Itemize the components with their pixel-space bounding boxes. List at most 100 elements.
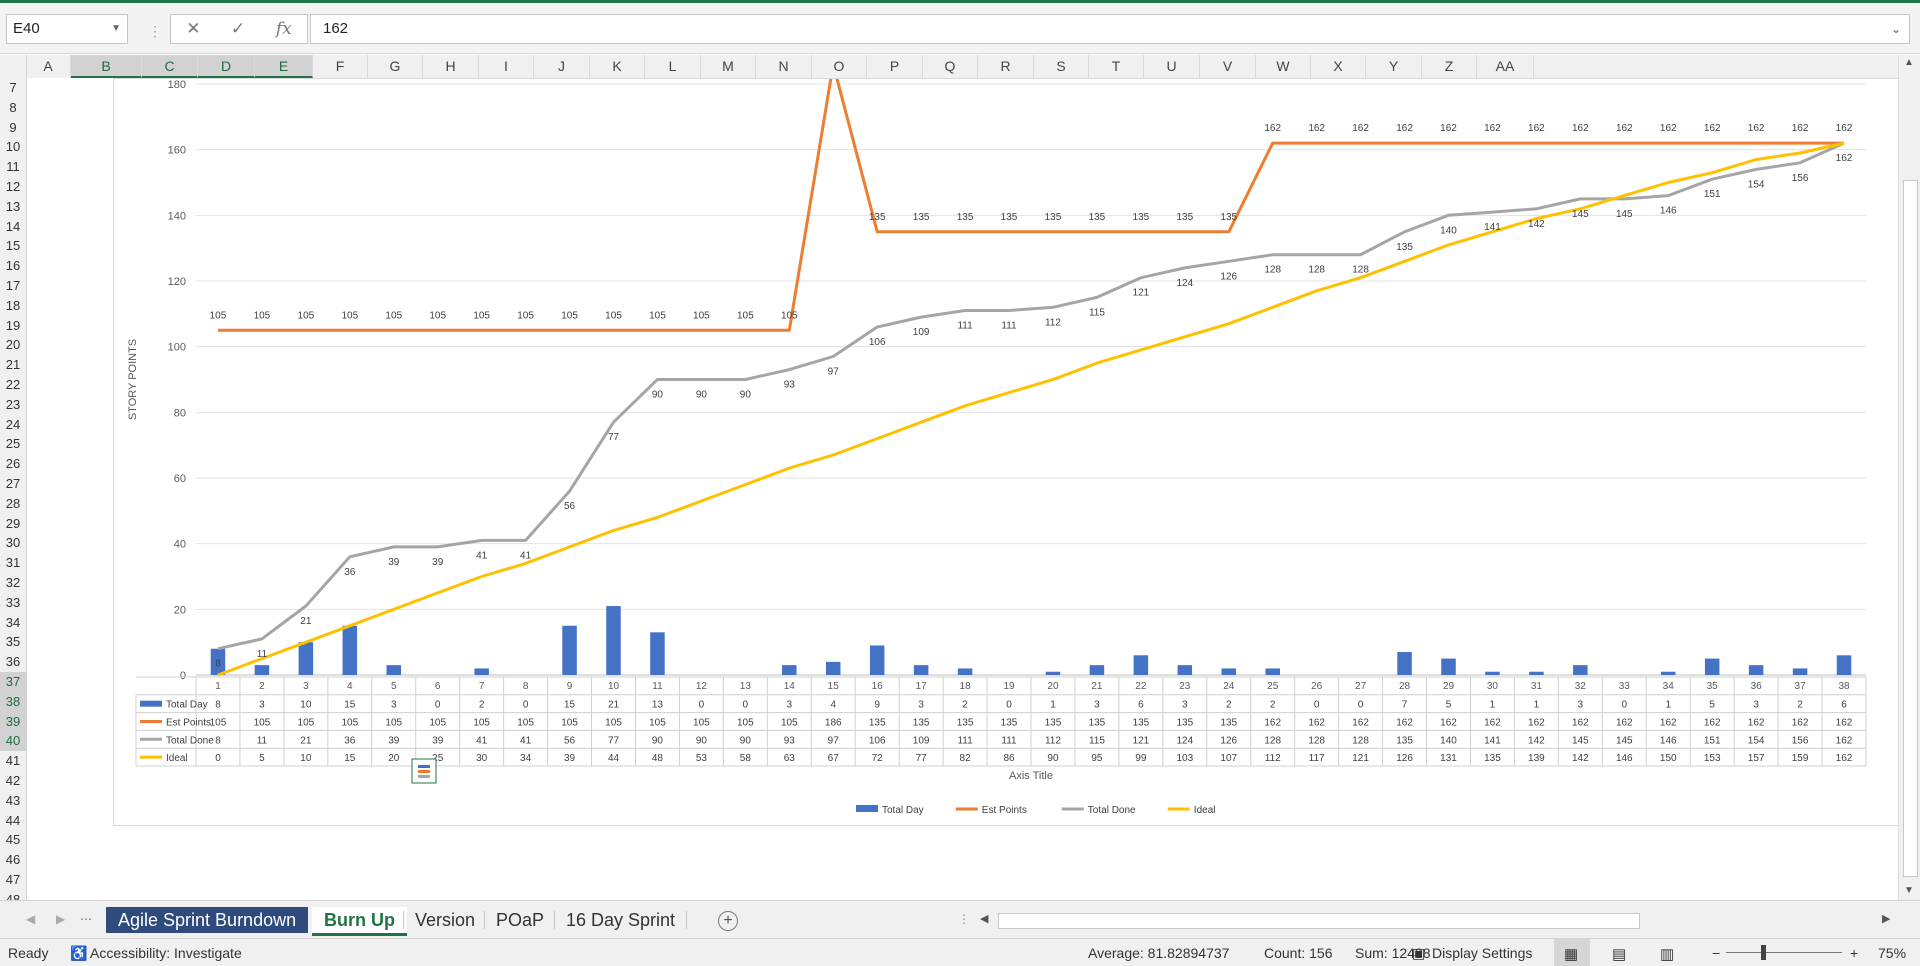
row-header-43[interactable]: 43: [0, 791, 26, 811]
row-header-39[interactable]: 39: [0, 711, 26, 732]
row-header-8[interactable]: 8: [0, 98, 26, 118]
horizontal-scrollbar[interactable]: ◀ ▶: [976, 911, 1896, 929]
row-header-42[interactable]: 42: [0, 771, 26, 791]
column-header-g[interactable]: G: [368, 55, 423, 78]
column-header-s[interactable]: S: [1034, 55, 1089, 78]
row-header-15[interactable]: 15: [0, 236, 26, 256]
tab-burn-up[interactable]: Burn Up: [312, 907, 407, 936]
column-header-c[interactable]: C: [142, 55, 198, 78]
status-average[interactable]: Average: 81.82894737: [1088, 945, 1229, 961]
column-header-n[interactable]: N: [756, 55, 812, 78]
row-header-12[interactable]: 12: [0, 177, 26, 197]
row-header-44[interactable]: 44: [0, 811, 26, 831]
row-header-37[interactable]: 37: [0, 672, 26, 692]
row-header-38[interactable]: 38: [0, 691, 26, 712]
row-header-34[interactable]: 34: [0, 613, 26, 633]
row-header-10[interactable]: 10: [0, 137, 26, 157]
row-header-33[interactable]: 33: [0, 593, 26, 613]
row-header-16[interactable]: 16: [0, 256, 26, 276]
scroll-right-icon[interactable]: ▶: [1882, 912, 1890, 925]
zoom-level[interactable]: 75%: [1878, 945, 1906, 961]
row-header-21[interactable]: 21: [0, 355, 26, 375]
row-header-40[interactable]: 40: [0, 731, 26, 752]
name-box[interactable]: E40 ▼: [6, 14, 128, 44]
next-sheet-icon[interactable]: ▶: [56, 912, 65, 926]
page-layout-icon[interactable]: ▤: [1612, 945, 1626, 963]
normal-view-icon[interactable]: ▦: [1564, 945, 1578, 963]
chevron-down-icon[interactable]: ▼: [111, 15, 121, 43]
column-header-d[interactable]: D: [198, 55, 255, 78]
row-header-7[interactable]: 7: [0, 78, 26, 98]
column-header-m[interactable]: M: [701, 55, 756, 78]
scroll-down-icon[interactable]: ▼: [1904, 885, 1914, 896]
row-header-29[interactable]: 29: [0, 514, 26, 534]
row-header-20[interactable]: 20: [0, 335, 26, 355]
prev-sheet-icon[interactable]: ◀: [26, 912, 35, 926]
column-header-q[interactable]: Q: [923, 55, 978, 78]
status-count[interactable]: Count: 156: [1264, 945, 1333, 961]
scroll-left-icon[interactable]: ◀: [980, 912, 988, 925]
column-header-l[interactable]: L: [645, 55, 701, 78]
zoom-in-icon[interactable]: +: [1850, 945, 1858, 961]
zoom-slider[interactable]: [1726, 952, 1842, 953]
row-header-17[interactable]: 17: [0, 276, 26, 296]
burn-up-chart[interactable]: 0 20 40 60 80 100 120 140 160 180 STORY POINTS 105 1…: [113, 44, 1906, 826]
row-header-14[interactable]: 14: [0, 217, 26, 237]
insert-function-icon[interactable]: fx: [276, 19, 292, 39]
tab-version[interactable]: Version: [403, 907, 487, 933]
column-header-y[interactable]: Y: [1366, 55, 1422, 78]
column-header-k[interactable]: K: [590, 55, 645, 78]
worksheet-grid[interactable]: 0 20 40 60 80 100 120 140 160 180 STORY POINTS 105 1…: [27, 44, 1906, 900]
column-header-v[interactable]: V: [1200, 55, 1256, 78]
column-header-z[interactable]: Z: [1422, 55, 1477, 78]
display-settings-icon[interactable]: ▣: [1412, 945, 1425, 962]
row-header-30[interactable]: 30: [0, 533, 26, 553]
row-header-24[interactable]: 24: [0, 415, 26, 435]
scroll-up-icon[interactable]: ▲: [1904, 57, 1914, 68]
page-break-preview-icon[interactable]: ▥: [1660, 945, 1674, 963]
column-header-u[interactable]: U: [1144, 55, 1200, 78]
more-sheets-icon[interactable]: ⋯: [80, 912, 92, 926]
row-header-47[interactable]: 47: [0, 870, 26, 890]
row-header-45[interactable]: 45: [0, 830, 26, 850]
row-header-32[interactable]: 32: [0, 573, 26, 593]
column-header-r[interactable]: R: [978, 55, 1034, 78]
row-header-46[interactable]: 46: [0, 850, 26, 870]
split-handle-icon[interactable]: ⋮: [958, 912, 970, 926]
column-header-x[interactable]: X: [1311, 55, 1366, 78]
accessibility-icon[interactable]: ♿: [70, 945, 87, 962]
row-header-19[interactable]: 19: [0, 316, 26, 336]
tab-poap[interactable]: POaP: [484, 907, 556, 933]
column-header-w[interactable]: W: [1256, 55, 1311, 78]
tab-16-day-sprint[interactable]: 16 Day Sprint: [554, 907, 687, 933]
column-header-j[interactable]: J: [534, 55, 590, 78]
column-header-b[interactable]: B: [71, 55, 142, 78]
enter-icon[interactable]: ✓: [231, 19, 245, 39]
row-header-11[interactable]: 11: [0, 157, 26, 177]
accessibility-status[interactable]: Accessibility: Investigate: [90, 945, 242, 961]
row-header-25[interactable]: 25: [0, 434, 26, 454]
column-header-p[interactable]: P: [867, 55, 923, 78]
row-header-13[interactable]: 13: [0, 197, 26, 217]
column-header-h[interactable]: H: [423, 55, 479, 78]
row-header-35[interactable]: 35: [0, 632, 26, 652]
column-header-i[interactable]: I: [479, 55, 534, 78]
row-header-31[interactable]: 31: [0, 553, 26, 573]
row-header-23[interactable]: 23: [0, 395, 26, 415]
column-header-o[interactable]: O: [812, 55, 867, 78]
row-header-28[interactable]: 28: [0, 494, 26, 514]
row-header-26[interactable]: 26: [0, 454, 26, 474]
column-header-aa[interactable]: AA: [1477, 55, 1534, 78]
cancel-icon[interactable]: ✕: [186, 19, 200, 39]
zoom-out-icon[interactable]: −: [1712, 945, 1720, 961]
add-sheet-icon[interactable]: +: [718, 911, 738, 931]
column-header-f[interactable]: F: [313, 55, 368, 78]
tab-agile-sprint-burndown[interactable]: Agile Sprint Burndown: [106, 907, 309, 933]
row-header-36[interactable]: 36: [0, 652, 26, 672]
column-header-e[interactable]: E: [255, 55, 313, 78]
display-settings-button[interactable]: Display Settings: [1432, 945, 1532, 961]
select-all-corner[interactable]: [0, 55, 27, 78]
row-header-22[interactable]: 22: [0, 375, 26, 395]
row-header-9[interactable]: 9: [0, 118, 26, 138]
row-header-41[interactable]: 41: [0, 751, 26, 771]
